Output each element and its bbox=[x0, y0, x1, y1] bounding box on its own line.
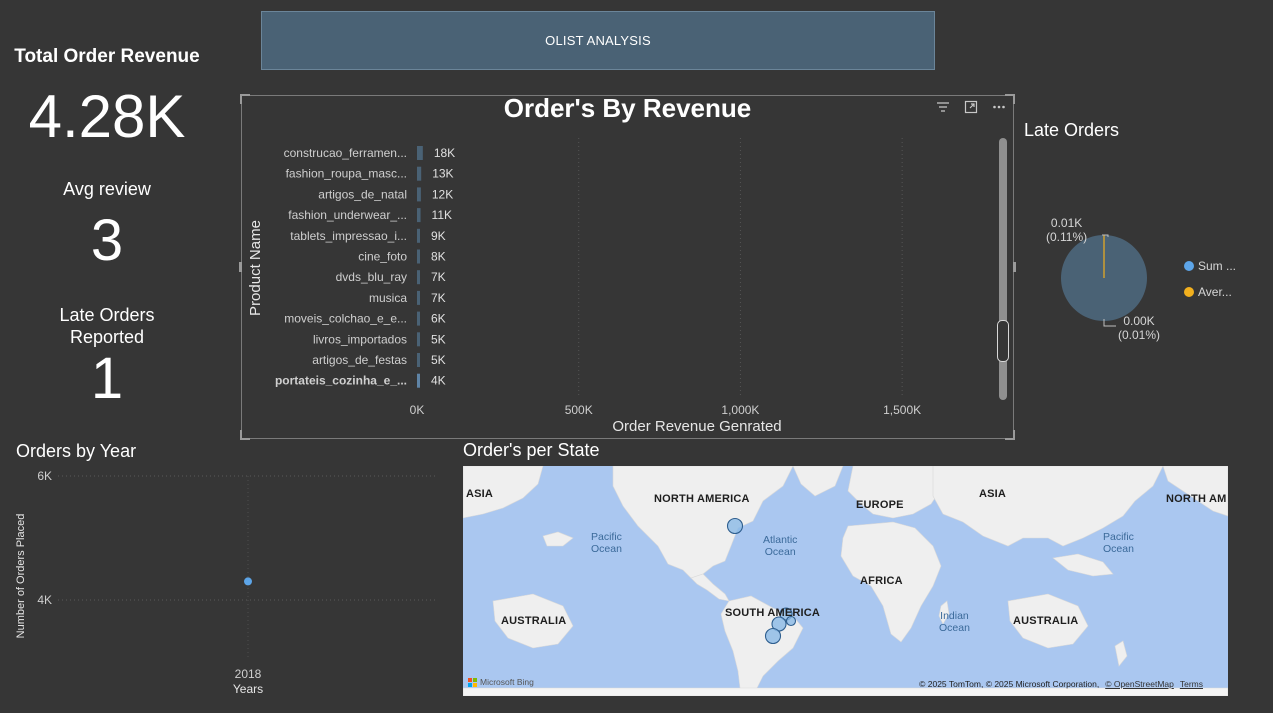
bar-data-label: 12K bbox=[432, 187, 453, 201]
map-label-asia-right: ASIA bbox=[979, 488, 1007, 500]
category-label: portateis_cozinha_e_... bbox=[275, 374, 407, 388]
pie-legend-average[interactable]: Aver... bbox=[1184, 285, 1232, 299]
x-tick-label: 1,500K bbox=[883, 403, 921, 417]
x-tick-label: 1,000K bbox=[721, 403, 759, 417]
map-label-south-america: SOUTH AMERICA bbox=[725, 607, 821, 619]
bing-logo: Microsoft Bing bbox=[468, 677, 534, 687]
category-label: livros_importados bbox=[313, 332, 407, 346]
bar-data-label: 7K bbox=[431, 270, 446, 284]
bar bbox=[417, 208, 421, 223]
map-label-asia-left: ASIA bbox=[466, 488, 494, 500]
legend-label-average: Aver... bbox=[1198, 285, 1232, 299]
category-label: cine_foto bbox=[358, 250, 407, 264]
late-orders-pie-title: Late Orders bbox=[1024, 120, 1120, 140]
category-label: tablets_impressao_i... bbox=[290, 229, 407, 243]
x-tick-label: 500K bbox=[565, 403, 593, 417]
avg-review-value: 3 bbox=[90, 208, 124, 273]
category-label: moveis_colchao_e_e... bbox=[284, 312, 407, 326]
bar bbox=[417, 373, 420, 388]
pie-legend-sum[interactable]: Sum ... bbox=[1184, 259, 1236, 273]
late-orders-label: Late Orders Reported bbox=[0, 304, 227, 348]
bar-data-label: 11K bbox=[432, 208, 452, 222]
category-label: fashion_underwear_... bbox=[288, 208, 407, 222]
bar bbox=[417, 187, 421, 202]
bar bbox=[417, 270, 420, 285]
map-label-north-america-right: NORTH AM bbox=[1166, 493, 1227, 505]
bar bbox=[417, 290, 420, 305]
data-point bbox=[244, 577, 252, 586]
bar-data-label: 5K bbox=[431, 332, 446, 346]
osm-link[interactable]: © OpenStreetMap bbox=[1105, 679, 1174, 689]
late-orders-label-line1: Late Orders bbox=[59, 305, 155, 325]
bar bbox=[417, 146, 423, 160]
category-label: artigos_de_natal bbox=[318, 187, 407, 201]
y-axis-title: Number of Orders Placed bbox=[15, 514, 27, 639]
map-label-indian: Indian Ocean bbox=[939, 610, 970, 634]
map-label-pacific-left: Pacific Ocean bbox=[591, 531, 622, 555]
map-label-africa: AFRICA bbox=[860, 575, 903, 587]
bar-data-label: 8K bbox=[431, 250, 446, 264]
map-label-australia-right: AUSTRALIA bbox=[1013, 615, 1079, 627]
bar bbox=[417, 228, 420, 243]
bar-data-label: 9K bbox=[431, 229, 446, 243]
category-label: musica bbox=[369, 291, 407, 305]
map-attribution: © 2025 TomTom, © 2025 Microsoft Corporat… bbox=[919, 679, 1203, 689]
category-label: dvds_blu_ray bbox=[336, 270, 407, 284]
x-tick-label: 0K bbox=[410, 403, 425, 417]
map-label-pacific-right: Pacific Ocean bbox=[1103, 531, 1134, 555]
bar-data-label: 5K bbox=[431, 353, 446, 367]
orders-by-year-chart[interactable]: 6K 4K 2018Years Number of Orders Placed bbox=[0, 460, 450, 705]
bar-chart-plot: 0K 500K 1,000K 1,500K Order Revenue Genrated… bbox=[247, 138, 921, 435]
x-axis-title: Order Revenue Genrated bbox=[612, 418, 781, 435]
x-axis-title: Years bbox=[233, 682, 263, 696]
bar bbox=[417, 353, 420, 367]
map-land bbox=[463, 466, 1228, 696]
bar-data-label: 7K bbox=[431, 291, 446, 305]
late-orders-label-line2: Reported bbox=[69, 327, 145, 347]
bar bbox=[417, 166, 422, 181]
revenue-bar-chart[interactable]: Order's By Revenue 0K 500K 1,000K 1,500K Ord… bbox=[239, 93, 1016, 440]
pie-leader-lines bbox=[1102, 234, 1116, 327]
orders-by-year-title: Orders by Year bbox=[16, 441, 137, 461]
bar bbox=[417, 332, 420, 347]
bar bbox=[417, 249, 420, 264]
bar-data-label: 4K bbox=[431, 374, 446, 388]
orders-map[interactable]: ASIA NORTH AMERICA EUROPE ASIA NORTH AM … bbox=[463, 466, 1228, 696]
map-label-australia-left: AUSTRALIA bbox=[501, 615, 567, 627]
x-tick-label: 2018 bbox=[235, 667, 262, 681]
map-label-europe: EUROPE bbox=[856, 499, 904, 511]
y-tick-label: 4K bbox=[37, 593, 52, 607]
avg-review-label: Avg review bbox=[63, 179, 151, 199]
bar bbox=[417, 311, 420, 326]
category-label: construcao_ferramen... bbox=[284, 146, 407, 160]
bing-text: Microsoft Bing bbox=[480, 677, 534, 687]
total-revenue-value: 4.28K bbox=[28, 83, 186, 150]
legend-label-sum: Sum ... bbox=[1198, 259, 1237, 273]
resize-handle-right[interactable] bbox=[1013, 262, 1016, 272]
category-label: artigos_de_festas bbox=[312, 353, 407, 367]
orders-per-state-title: Order's per State bbox=[463, 440, 600, 460]
bar-chart-scrollbar-thumb[interactable] bbox=[997, 320, 1009, 362]
bar-data-label: 18K bbox=[434, 146, 455, 160]
y-axis-title: Product Name bbox=[247, 220, 264, 316]
report-title-banner: OLIST ANALYSIS bbox=[261, 11, 935, 70]
map-credit-text: © 2025 TomTom, © 2025 Microsoft Corporat… bbox=[919, 679, 1100, 689]
y-tick-label: 6K bbox=[37, 469, 52, 483]
map-label-atlantic: Atlantic Ocean bbox=[763, 534, 798, 558]
microsoft-logo-icon bbox=[468, 677, 477, 687]
bar-data-label: 13K bbox=[432, 167, 453, 181]
bar-data-label: 6K bbox=[431, 312, 446, 326]
terms-link[interactable]: Terms bbox=[1180, 679, 1203, 689]
legend-dot-sum bbox=[1184, 261, 1194, 271]
total-revenue-label: Total Order Revenue bbox=[14, 46, 200, 67]
legend-dot-average bbox=[1184, 287, 1194, 297]
late-orders-value: 1 bbox=[90, 346, 124, 411]
map-label-north-america: NORTH AMERICA bbox=[654, 493, 750, 505]
category-label: fashion_roupa_masc... bbox=[286, 167, 407, 181]
